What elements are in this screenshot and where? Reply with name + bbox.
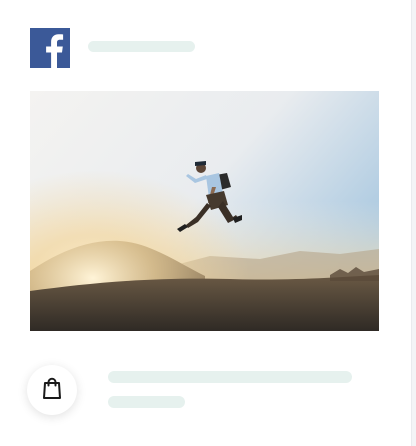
social-post-card <box>0 0 412 446</box>
author-name-placeholder <box>88 41 195 52</box>
post-image[interactable] <box>30 91 379 331</box>
facebook-logo-icon[interactable] <box>30 28 70 68</box>
shopping-bag-icon <box>39 375 65 406</box>
caption-placeholder-line-short <box>108 396 185 408</box>
shop-button[interactable] <box>27 365 77 415</box>
caption-placeholder-line <box>108 371 352 383</box>
